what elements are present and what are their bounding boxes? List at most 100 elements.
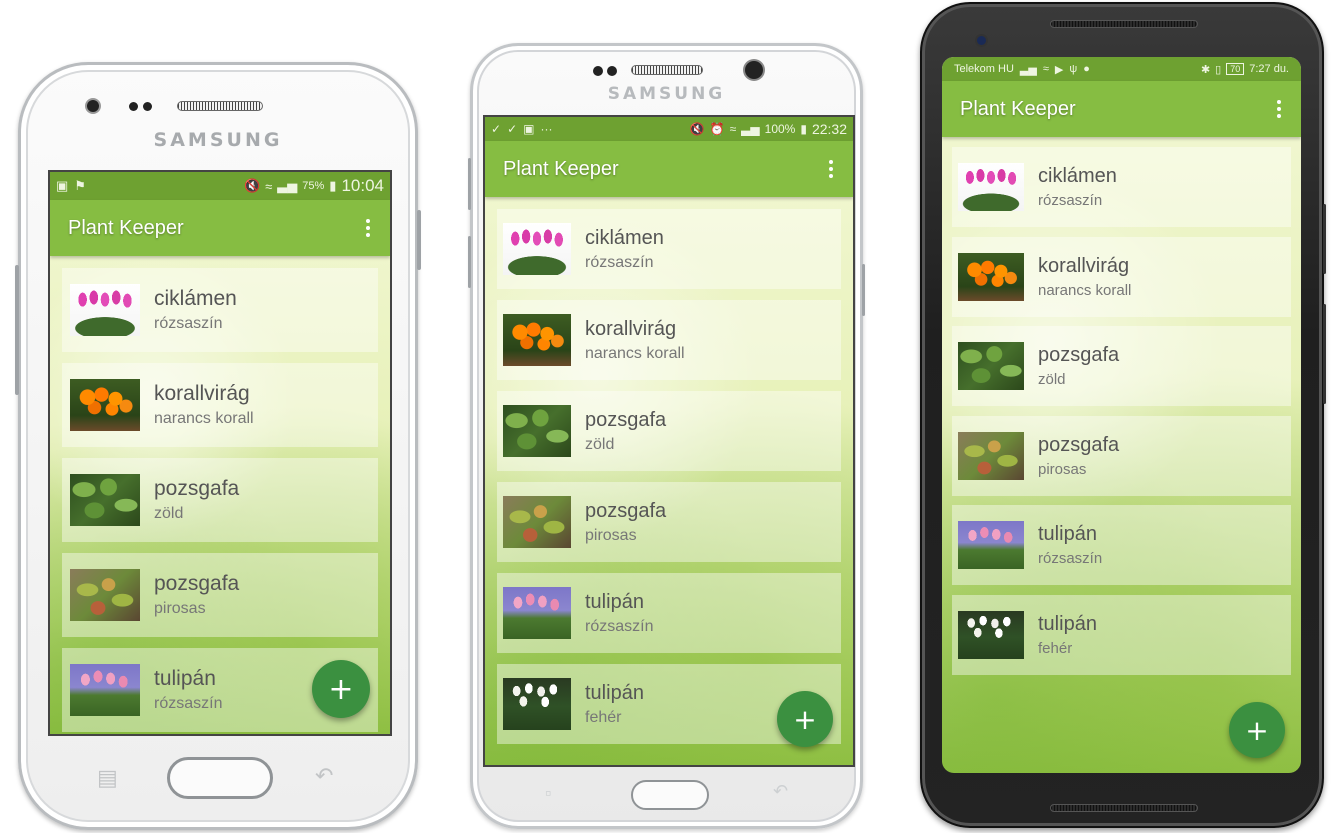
plant-name: ciklámen	[585, 226, 664, 249]
wifi-icon: ≈	[1042, 63, 1049, 75]
plant-color: fehér	[585, 708, 622, 726]
plant-name: ciklámen	[154, 287, 237, 310]
plant-thumbnail	[503, 223, 571, 275]
front-camera	[87, 100, 99, 112]
power-button	[1323, 204, 1326, 274]
status-bar: ▣ ⚑ 🔇 ≈ ▃▅ 75% ▮ 10:04	[50, 172, 390, 200]
plant-color: narancs korall	[154, 410, 254, 427]
plant-color: pirosas	[1038, 460, 1087, 478]
app-title: Plant Keeper	[68, 216, 184, 239]
phone-2-screen: ✓ ✓ ▣ ··· 🔇 ⏰ ≈ ▃▅ 100% ▮ 22:32 Plant Ke…	[483, 115, 855, 767]
front-camera	[977, 36, 986, 45]
clock: 10:04	[341, 176, 384, 195]
plant-list-item[interactable]: pozsgafa zöld	[952, 326, 1291, 406]
plant-thumbnail	[958, 610, 1024, 659]
mute-icon: 🔇	[689, 122, 705, 136]
overflow-menu-icon[interactable]	[829, 160, 835, 178]
earpiece-speaker	[177, 101, 263, 111]
plant-list-item[interactable]: korallvirág narancs korall	[952, 236, 1291, 317]
volume-down-button	[468, 236, 471, 288]
plant-list-item[interactable]: ciklámen rózsaszín	[62, 268, 378, 352]
plant-list-item[interactable]: pozsgafa pirosas	[62, 553, 378, 637]
plant-thumbnail	[958, 431, 1024, 480]
add-plant-button[interactable]: +	[777, 691, 833, 747]
plant-thumbnail	[70, 474, 140, 526]
plant-thumbnail	[503, 405, 571, 457]
plant-color: rózsaszín	[154, 315, 223, 332]
plant-list-item[interactable]: ciklámen rózsaszín	[497, 209, 841, 289]
plant-name: pozsgafa	[1038, 433, 1120, 456]
plant-name: tulipán	[585, 681, 644, 704]
sensor	[143, 102, 152, 111]
app-title: Plant Keeper	[503, 157, 619, 180]
chat-icon: ●	[1083, 63, 1090, 75]
plant-list-item[interactable]: tulipán fehér	[952, 594, 1291, 675]
plant-list-item[interactable]: ciklámen rózsaszín	[952, 147, 1291, 227]
plant-text: pozsgafa pirosas	[1038, 434, 1119, 478]
add-plant-button[interactable]: +	[312, 660, 370, 718]
plant-color: pirosas	[154, 600, 206, 617]
plant-text: korallvirág narancs korall	[585, 318, 685, 363]
plant-thumbnail	[503, 496, 571, 548]
battery-icon: ▮	[329, 178, 337, 193]
plant-color: rózsaszín	[1038, 192, 1103, 209]
plant-text: tulipán fehér	[1038, 613, 1097, 657]
overflow-menu-icon[interactable]	[1277, 100, 1283, 118]
plant-name: korallvirág	[154, 382, 250, 405]
plant-thumbnail	[958, 342, 1024, 390]
usb-icon: ψ	[1069, 63, 1078, 75]
plant-text: tulipán rózsaszín	[1038, 523, 1102, 567]
plant-name: pozsgafa	[585, 499, 667, 522]
overflow-menu-icon[interactable]	[366, 219, 372, 237]
phone-1-screen: ▣ ⚑ 🔇 ≈ ▃▅ 75% ▮ 10:04 Plant Keeper cikl…	[48, 170, 392, 736]
volume-up-button	[468, 158, 471, 210]
checkmark-flag-icon: ⚑	[74, 178, 86, 193]
plant-thumbnail	[958, 252, 1024, 301]
plant-text: tulipán rózsaszín	[585, 591, 653, 636]
play-icon: ▶	[1054, 63, 1064, 76]
plant-list-item[interactable]: pozsgafa pirosas	[497, 482, 841, 562]
add-plant-button[interactable]: +	[1229, 702, 1285, 758]
plant-name: tulipán	[1038, 523, 1097, 545]
plant-thumbnail	[503, 587, 571, 639]
vibrate-icon: ▯	[1215, 63, 1222, 76]
plant-name: pozsgafa	[585, 408, 667, 431]
plant-thumbnail	[70, 284, 140, 336]
plant-list-item[interactable]: korallvirág narancs korall	[62, 363, 378, 447]
plant-list-item[interactable]: tulipán rózsaszín	[952, 505, 1291, 585]
home-button[interactable]	[631, 780, 709, 810]
back-key-icon[interactable]: ↶	[315, 765, 333, 787]
plant-name: pozsgafa	[1038, 344, 1120, 366]
plant-list-item[interactable]: korallvirág narancs korall	[497, 300, 841, 380]
plant-text: pozsgafa zöld	[154, 477, 239, 523]
brand-logo: SAMSUNG	[607, 84, 726, 104]
plant-list-item[interactable]: tulipán rózsaszín	[497, 573, 841, 653]
plant-text: pozsgafa pirosas	[154, 572, 239, 618]
wifi-icon: ≈	[729, 122, 737, 136]
plant-thumbnail	[70, 379, 140, 431]
app-bar: Plant Keeper	[942, 81, 1301, 137]
back-key-icon[interactable]: ↶	[773, 782, 788, 800]
earpiece-speaker	[1050, 20, 1198, 28]
download-done-icon: ✓	[491, 122, 502, 136]
plant-name: pozsgafa	[154, 477, 240, 500]
signal-icon: ▃▅	[741, 122, 760, 136]
plant-name: tulipán	[1038, 612, 1097, 635]
clock: 7:27 du.	[1249, 63, 1289, 75]
power-button	[417, 210, 421, 270]
wifi-icon: ≈	[265, 178, 273, 194]
plant-list-item[interactable]: pozsgafa pirosas	[952, 415, 1291, 496]
sensor	[129, 102, 138, 111]
home-button[interactable]	[167, 757, 273, 799]
plant-color: narancs korall	[1038, 281, 1132, 299]
plant-list-item[interactable]: pozsgafa zöld	[62, 458, 378, 542]
menu-key-icon[interactable]: ▤	[97, 767, 118, 789]
recent-apps-icon[interactable]: ▫	[545, 784, 551, 802]
image-icon: ▣	[56, 178, 69, 193]
plant-list: ciklámen rózsaszín korallvirág narancs kora…	[485, 197, 853, 765]
plant-list-item[interactable]: pozsgafa zöld	[497, 391, 841, 471]
plant-text: pozsgafa zöld	[585, 409, 666, 454]
phone-3-screen: Telekom HU ▃▅ ≈ ▶ ψ ● ✱ ▯ 70 7:27 du. Pl…	[942, 57, 1301, 773]
battery-percent: 75%	[302, 180, 325, 192]
plant-name: ciklámen	[1038, 165, 1117, 187]
